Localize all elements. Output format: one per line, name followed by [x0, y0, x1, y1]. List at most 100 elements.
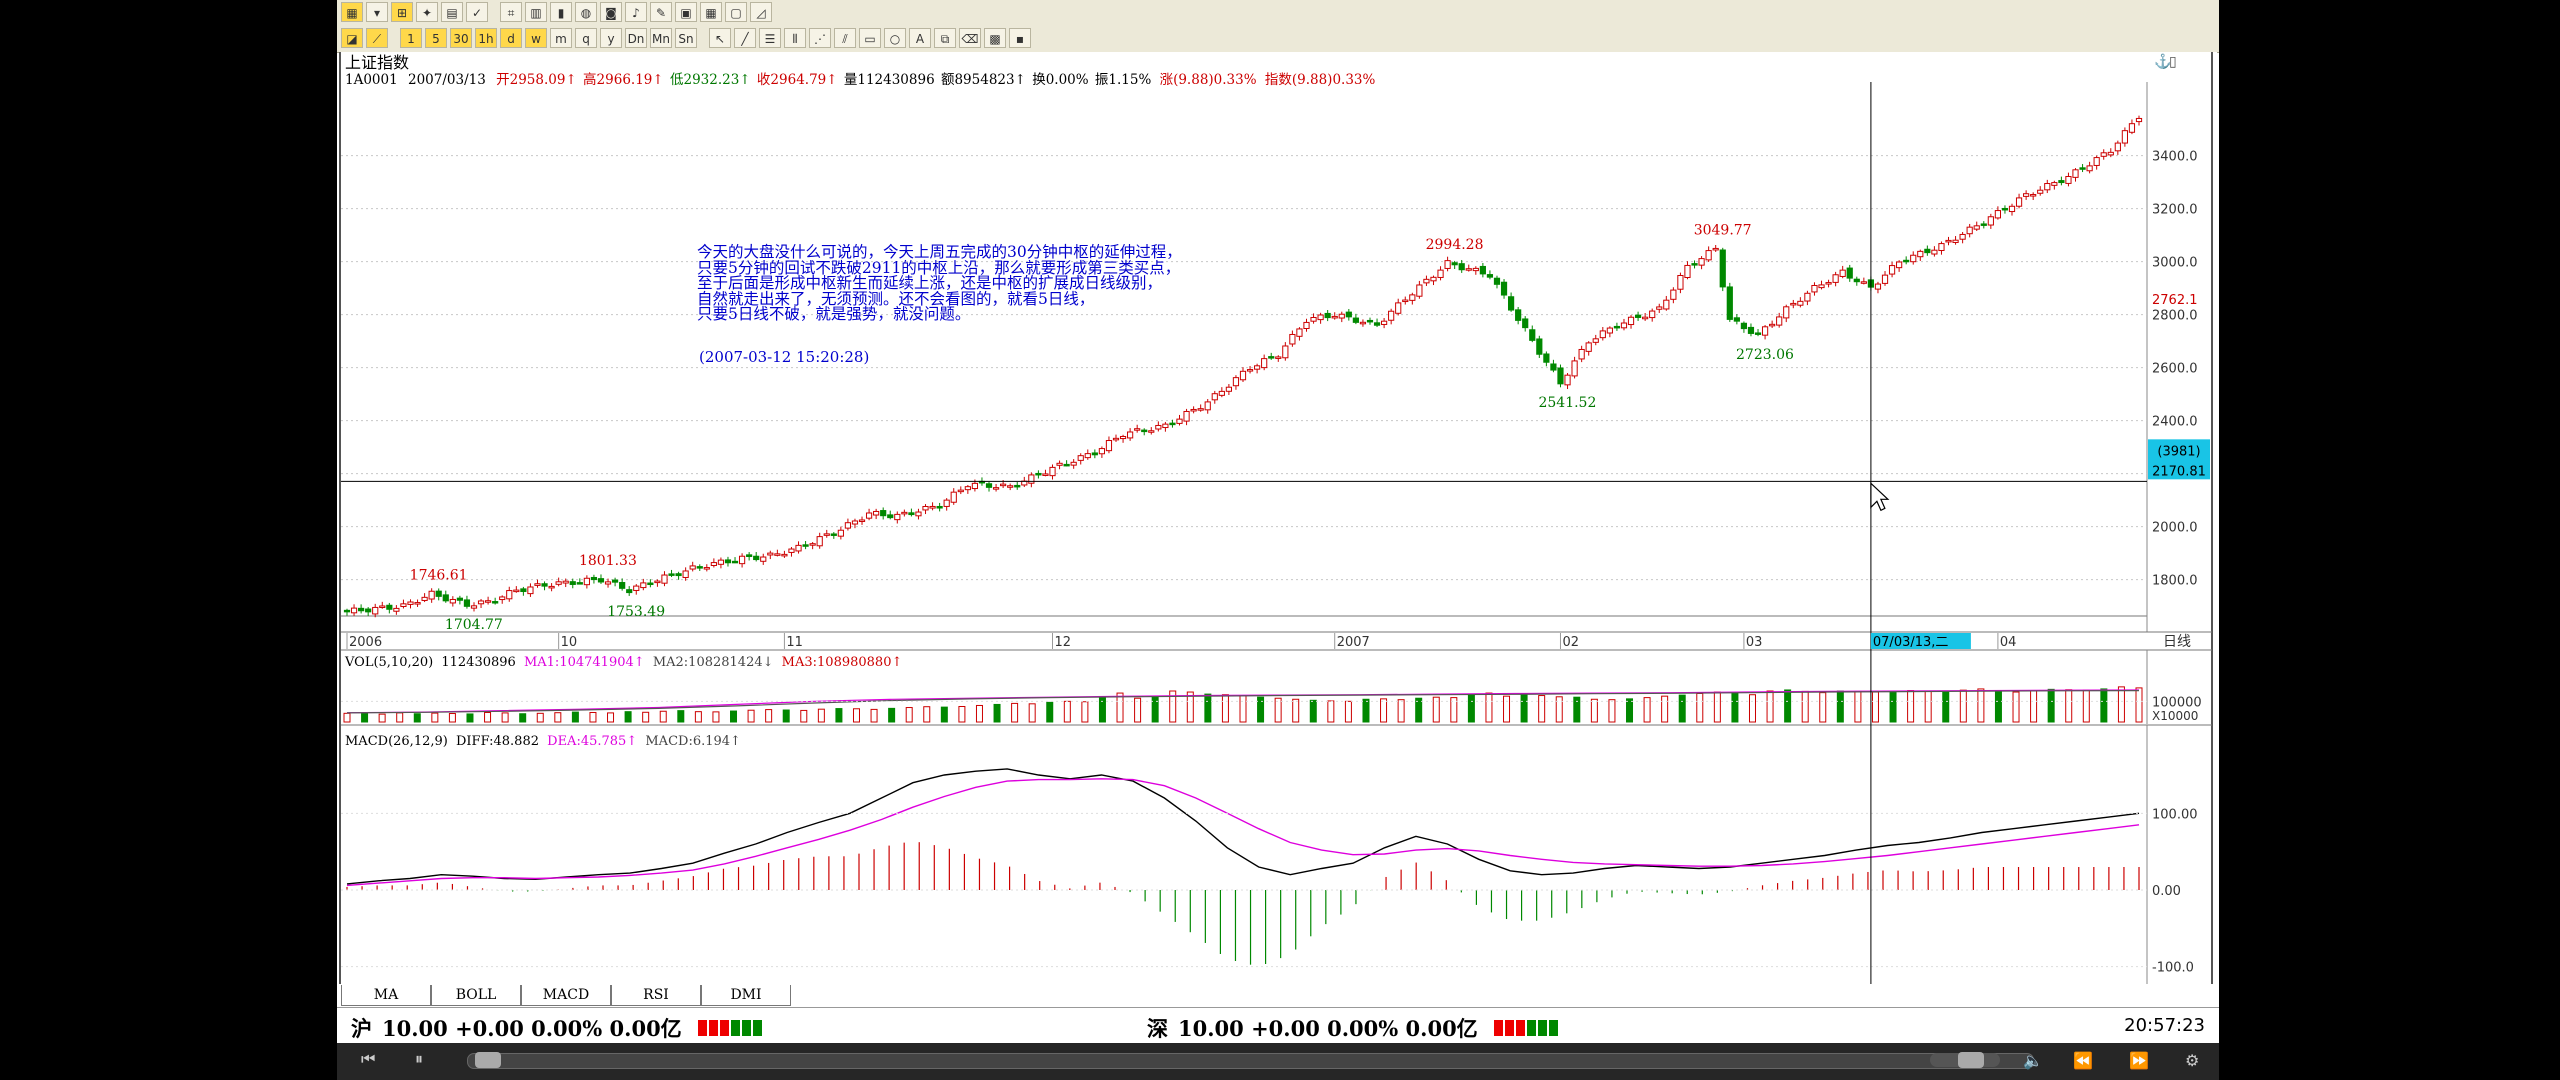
grid-icon[interactable]: ▥: [525, 2, 547, 22]
tab-rsi[interactable]: RSI: [611, 985, 701, 1006]
bar-icon[interactable]: ▮: [550, 2, 572, 22]
settings-icon[interactable]: ⚙: [2185, 1051, 2199, 1071]
box-icon[interactable]: ▢: [725, 2, 747, 22]
vol-ma1-value: 104741904: [559, 655, 633, 670]
candle-icon[interactable]: ⊞: [391, 2, 413, 22]
speaker-icon[interactable]: 🔈: [2023, 1051, 2043, 1071]
sz-ticker[interactable]: 深 10.00 +0.00 0.00% 0.00亿: [1147, 1013, 1558, 1043]
chart-icon[interactable]: ▦: [341, 2, 363, 22]
candle-body: [1698, 258, 1705, 266]
period-60min-button[interactable]: 1h: [475, 28, 497, 48]
tab-ma[interactable]: MA: [341, 985, 431, 1006]
candle-body: [1458, 263, 1465, 271]
period-1min-button[interactable]: 1: [400, 28, 422, 48]
volume-bar: [1327, 700, 1335, 723]
sh-ticker[interactable]: 沪 10.00 +0.00 0.00% 0.00亿: [351, 1013, 762, 1043]
copy-icon[interactable]: ⧉: [934, 28, 956, 48]
period-day-button[interactable]: d: [500, 28, 522, 48]
seek-bar[interactable]: [467, 1052, 2034, 1069]
save-icon[interactable]: ▪: [1009, 28, 1031, 48]
period-mn-button[interactable]: Mn: [650, 28, 672, 48]
fan-icon[interactable]: ⋰: [809, 28, 831, 48]
volume-bar: [2135, 687, 2143, 723]
seek-knob[interactable]: [475, 1052, 501, 1068]
period-dn-button[interactable]: Dn: [625, 28, 647, 48]
dropdown-icon[interactable]: ▾: [366, 2, 388, 22]
pause-icon[interactable]: ⏸: [415, 1051, 423, 1069]
panel-expand-icon[interactable]: ▯: [2169, 53, 2177, 69]
tab-dmi[interactable]: DMI: [701, 985, 791, 1006]
volume-bar: [730, 710, 738, 723]
eraser-icon[interactable]: ⌫: [959, 28, 981, 48]
volume-slider[interactable]: [1930, 1052, 2000, 1068]
period-30min-button[interactable]: 30: [450, 28, 472, 48]
globe-icon[interactable]: ◍: [575, 2, 597, 22]
price-header-line: 1A0001 2007/03/13 开2958.09↑ 高2966.19↑ 低2…: [345, 71, 1376, 88]
candle-body: [1246, 369, 1254, 372]
chart-background: [339, 52, 2217, 985]
macd-tick-label: 0.00: [2152, 884, 2181, 899]
candle-body: [1896, 261, 1903, 269]
candle-body: [668, 573, 675, 576]
candle-body: [696, 566, 703, 569]
hline-icon[interactable]: ☰: [759, 28, 781, 48]
candle-body: [710, 562, 717, 566]
graph-icon[interactable]: ◿: [750, 2, 772, 22]
chart-area[interactable]: 1800.02000.02200.02400.02600.02800.03000…: [337, 52, 2219, 985]
candle-body: [1790, 302, 1797, 306]
period-year-button[interactable]: y: [600, 28, 622, 48]
candle-body: [1437, 269, 1444, 278]
doc-icon[interactable]: ▤: [441, 2, 463, 22]
candle-body: [717, 559, 725, 565]
ellipse-icon[interactable]: ○: [884, 28, 906, 48]
candle-body: [1098, 448, 1105, 455]
candle-body: [1176, 418, 1183, 424]
pointer-icon[interactable]: ↖: [709, 28, 731, 48]
period-month-button[interactable]: m: [550, 28, 572, 48]
camera-icon[interactable]: ◙: [600, 2, 622, 22]
text-icon[interactable]: A: [909, 28, 931, 48]
fast-forward-icon[interactable]: ⏩: [2129, 1051, 2149, 1071]
period-quarter-button[interactable]: q: [575, 28, 597, 48]
volume-bar: [1485, 692, 1493, 723]
bell-icon[interactable]: ♪: [625, 2, 647, 22]
period-sn-button[interactable]: Sn: [675, 28, 697, 48]
channel-icon[interactable]: ⫽: [834, 28, 856, 48]
candle-body: [1987, 216, 1994, 226]
period-5min-button[interactable]: 5: [425, 28, 447, 48]
rewind-icon[interactable]: ⏪: [2073, 1051, 2093, 1071]
candle-body: [1381, 320, 1388, 325]
low-value: 2932.23: [683, 72, 739, 88]
volume-bar: [624, 711, 632, 723]
draw-line-icon[interactable]: ╱: [734, 28, 756, 48]
line-icon[interactable]: ⟋: [366, 28, 388, 48]
pen-icon[interactable]: ✎: [650, 2, 672, 22]
skip-back-icon[interactable]: ⏮: [361, 1051, 375, 1069]
candle-body: [1303, 321, 1310, 329]
window-icon[interactable]: ▣: [675, 2, 697, 22]
volume-bar: [1292, 698, 1300, 723]
candle-body: [865, 512, 873, 519]
amount-label: 额: [941, 72, 955, 88]
gift-icon[interactable]: ✦: [416, 2, 438, 22]
candle-body: [1169, 422, 1176, 426]
rect-icon[interactable]: ▭: [859, 28, 881, 48]
check-icon[interactable]: ✓: [466, 2, 488, 22]
candle-body: [562, 580, 569, 584]
palette-icon[interactable]: ▩: [984, 28, 1006, 48]
calc-icon[interactable]: ⌗: [500, 2, 522, 22]
tab-macd[interactable]: MACD: [521, 985, 611, 1006]
candle-body: [661, 574, 668, 584]
tab-boll[interactable]: BOLL: [431, 985, 521, 1006]
volume-bar: [431, 712, 439, 723]
vline-icon[interactable]: ⦀: [784, 28, 806, 48]
candle-body: [1225, 386, 1232, 392]
candle-body: [414, 602, 421, 605]
calendar-icon[interactable]: ▦: [700, 2, 722, 22]
candle-body: [1211, 393, 1218, 401]
price-tick-label: 3200.0: [2152, 203, 2198, 218]
kline-icon[interactable]: ◪: [341, 28, 363, 48]
period-week-button[interactable]: w: [525, 28, 547, 48]
volume-knob[interactable]: [1958, 1052, 1984, 1068]
candle-body: [731, 560, 739, 564]
